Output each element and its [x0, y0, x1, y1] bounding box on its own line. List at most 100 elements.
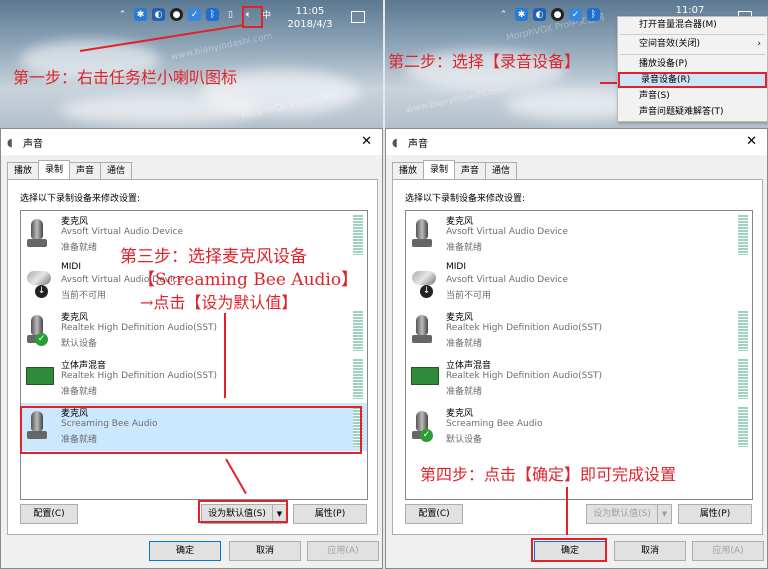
- device-description: Realtek High Definition Audio(SST): [61, 323, 218, 333]
- configure-button[interactable]: 配置(C): [405, 504, 463, 524]
- sound-card-icon: [25, 361, 55, 395]
- device-item[interactable]: ✓ 麦克风 Realtek High Definition Audio(SST)…: [21, 307, 367, 355]
- tab-sounds[interactable]: 声音: [454, 162, 487, 180]
- device-description: Avsoft Virtual Audio Device: [446, 227, 569, 237]
- instruction-text: 选择以下录制设备来修改设置:: [405, 194, 526, 204]
- level-meter: [738, 359, 748, 399]
- level-meter: [353, 215, 363, 255]
- tab-sounds[interactable]: 声音: [69, 162, 102, 180]
- device-status: 准备就绪: [446, 243, 483, 253]
- tab-playback[interactable]: 播放: [7, 162, 40, 180]
- step3-annotation-line2: 【Screaming Bee Audio】: [138, 270, 359, 290]
- device-name: 麦克风: [446, 217, 474, 227]
- device-item[interactable]: 麦克风 Avsoft Virtual Audio Device 准备就绪: [406, 211, 752, 259]
- sound-dialog-left: ◖ 声音 ✕ 播放 录制 声音 通信 选择以下录制设备来修改设置: 麦克风 Av…: [0, 128, 383, 569]
- app-icon[interactable]: ✱: [515, 8, 528, 21]
- speaker-highlight: [242, 6, 263, 28]
- device-description: Avsoft Virtual Audio Device: [61, 227, 184, 237]
- device-name: MIDI: [446, 262, 467, 272]
- tab-recording[interactable]: 录制: [38, 160, 71, 180]
- ok-button[interactable]: 确定: [149, 541, 221, 561]
- level-meter: [738, 215, 748, 255]
- menu-item-label: 声音(S): [639, 90, 670, 101]
- menu-open-volume-mixer[interactable]: 打开音量混合器(M): [618, 17, 767, 33]
- level-meter: [353, 359, 363, 399]
- set-default-button[interactable]: 设为默认值(S) ▼: [586, 504, 672, 524]
- midi-cable-icon: ↓: [410, 265, 440, 299]
- menu-playback-devices[interactable]: 播放设备(P): [618, 56, 767, 72]
- menu-sounds[interactable]: 声音(S): [618, 88, 767, 104]
- qq-icon[interactable]: ●: [170, 8, 183, 21]
- device-item[interactable]: 麦克风 Realtek High Definition Audio(SST) 准…: [406, 307, 752, 355]
- menu-recording-devices[interactable]: 录音设备(R): [618, 71, 767, 88]
- shield-icon[interactable]: ✓: [569, 8, 582, 21]
- speaker-context-menu: 打开音量混合器(M) 空间音效(关闭) › 播放设备(P) 录音设备(R) 声音(…: [617, 16, 768, 122]
- microphone-icon: [410, 313, 440, 347]
- menu-item-label: 空间音效(关闭): [639, 39, 701, 50]
- taskbar-clock[interactable]: 11:05 2018/4/3: [285, 5, 335, 31]
- close-icon[interactable]: ✕: [361, 134, 372, 149]
- tab-playback[interactable]: 播放: [392, 162, 425, 180]
- arrow-down-icon: ↓: [35, 285, 48, 298]
- arrow-down-icon: ↓: [420, 285, 433, 298]
- qq-icon[interactable]: ●: [551, 8, 564, 21]
- tab-recording[interactable]: 录制: [423, 160, 456, 180]
- menu-separator: [620, 53, 765, 55]
- chevron-up-icon[interactable]: ⌃: [116, 8, 129, 21]
- app-icon[interactable]: ✱: [134, 8, 147, 21]
- microphone-icon: ✓: [410, 409, 440, 443]
- device-name: 麦克风: [61, 217, 89, 227]
- screaming-bee-highlight: [20, 406, 362, 454]
- configure-button[interactable]: 配置(C): [20, 504, 78, 524]
- bluetooth-icon[interactable]: ᛒ: [587, 8, 600, 21]
- device-name: 麦克风: [61, 313, 89, 323]
- app-icon[interactable]: ◐: [533, 8, 546, 21]
- device-item[interactable]: 立体声混音 Realtek High Definition Audio(SST)…: [406, 355, 752, 403]
- taskbar-date: 2018/4/3: [287, 19, 333, 30]
- recording-panel: 选择以下录制设备来修改设置: 麦克风 Avsoft Virtual Audio …: [7, 179, 378, 535]
- apply-button[interactable]: 应用(A): [692, 541, 764, 561]
- instruction-text: 选择以下录制设备来修改设置:: [20, 194, 141, 204]
- menu-item-label: 打开音量混合器(M): [639, 20, 717, 30]
- device-description: Avsoft Virtual Audio Device: [446, 275, 569, 285]
- device-description: Realtek High Definition Audio(SST): [446, 323, 603, 333]
- app-icon[interactable]: ◐: [152, 8, 165, 21]
- menu-item-label: 播放设备(P): [639, 58, 688, 69]
- system-tray-right: ⌃ ✱ ◐ ● ✓ ᛒ: [497, 8, 600, 21]
- device-item[interactable]: ✓ 麦克风 Screaming Bee Audio 默认设备: [406, 403, 752, 451]
- device-item[interactable]: 立体声混音 Realtek High Definition Audio(SST)…: [21, 355, 367, 403]
- apply-button[interactable]: 应用(A): [307, 541, 379, 561]
- sound-card-icon: [410, 361, 440, 395]
- dialog-titlebar: ◖ 声音 ✕: [386, 129, 767, 155]
- chevron-up-icon[interactable]: ⌃: [497, 8, 510, 21]
- device-name: 麦克风: [446, 409, 474, 419]
- menu-separator: [620, 34, 765, 36]
- device-status: 当前不可用: [61, 291, 107, 301]
- notification-icon[interactable]: [351, 11, 365, 23]
- properties-button[interactable]: 属性(P): [293, 504, 367, 524]
- cancel-button[interactable]: 取消: [229, 541, 301, 561]
- set-default-highlight: [198, 500, 288, 523]
- device-name: 立体声混音: [61, 361, 107, 371]
- shield-icon[interactable]: ✓: [188, 8, 201, 21]
- step3-annotation-line1: 第三步：选择麦克风设备: [120, 247, 307, 267]
- device-description: Realtek High Definition Audio(SST): [446, 371, 603, 381]
- menu-spatial-sound[interactable]: 空间音效(关闭) ›: [618, 36, 767, 52]
- device-list: 麦克风 Avsoft Virtual Audio Device 准备就绪 ↓ M…: [405, 210, 753, 500]
- bluetooth-icon[interactable]: ᛒ: [206, 8, 219, 21]
- tab-communications[interactable]: 通信: [100, 162, 133, 180]
- device-status: 默认设备: [61, 339, 98, 349]
- step3-arrow: [224, 313, 226, 398]
- watermark: www.bianyindashi.com: [405, 84, 509, 116]
- close-icon[interactable]: ✕: [746, 134, 757, 149]
- menu-item-label: 声音问题疑难解答(T): [639, 107, 724, 118]
- device-description: Screaming Bee Audio: [446, 419, 543, 429]
- menu-troubleshoot[interactable]: 声音问题疑难解答(T): [618, 104, 767, 120]
- device-item[interactable]: ↓ MIDI Avsoft Virtual Audio Device 当前不可用: [406, 259, 752, 307]
- properties-button[interactable]: 属性(P): [678, 504, 752, 524]
- speaker-icon: ◖: [392, 136, 398, 149]
- dropdown-arrow-icon[interactable]: ▼: [657, 505, 671, 523]
- tab-communications[interactable]: 通信: [485, 162, 518, 180]
- cancel-button[interactable]: 取消: [614, 541, 686, 561]
- network-icon[interactable]: ▯: [224, 8, 237, 21]
